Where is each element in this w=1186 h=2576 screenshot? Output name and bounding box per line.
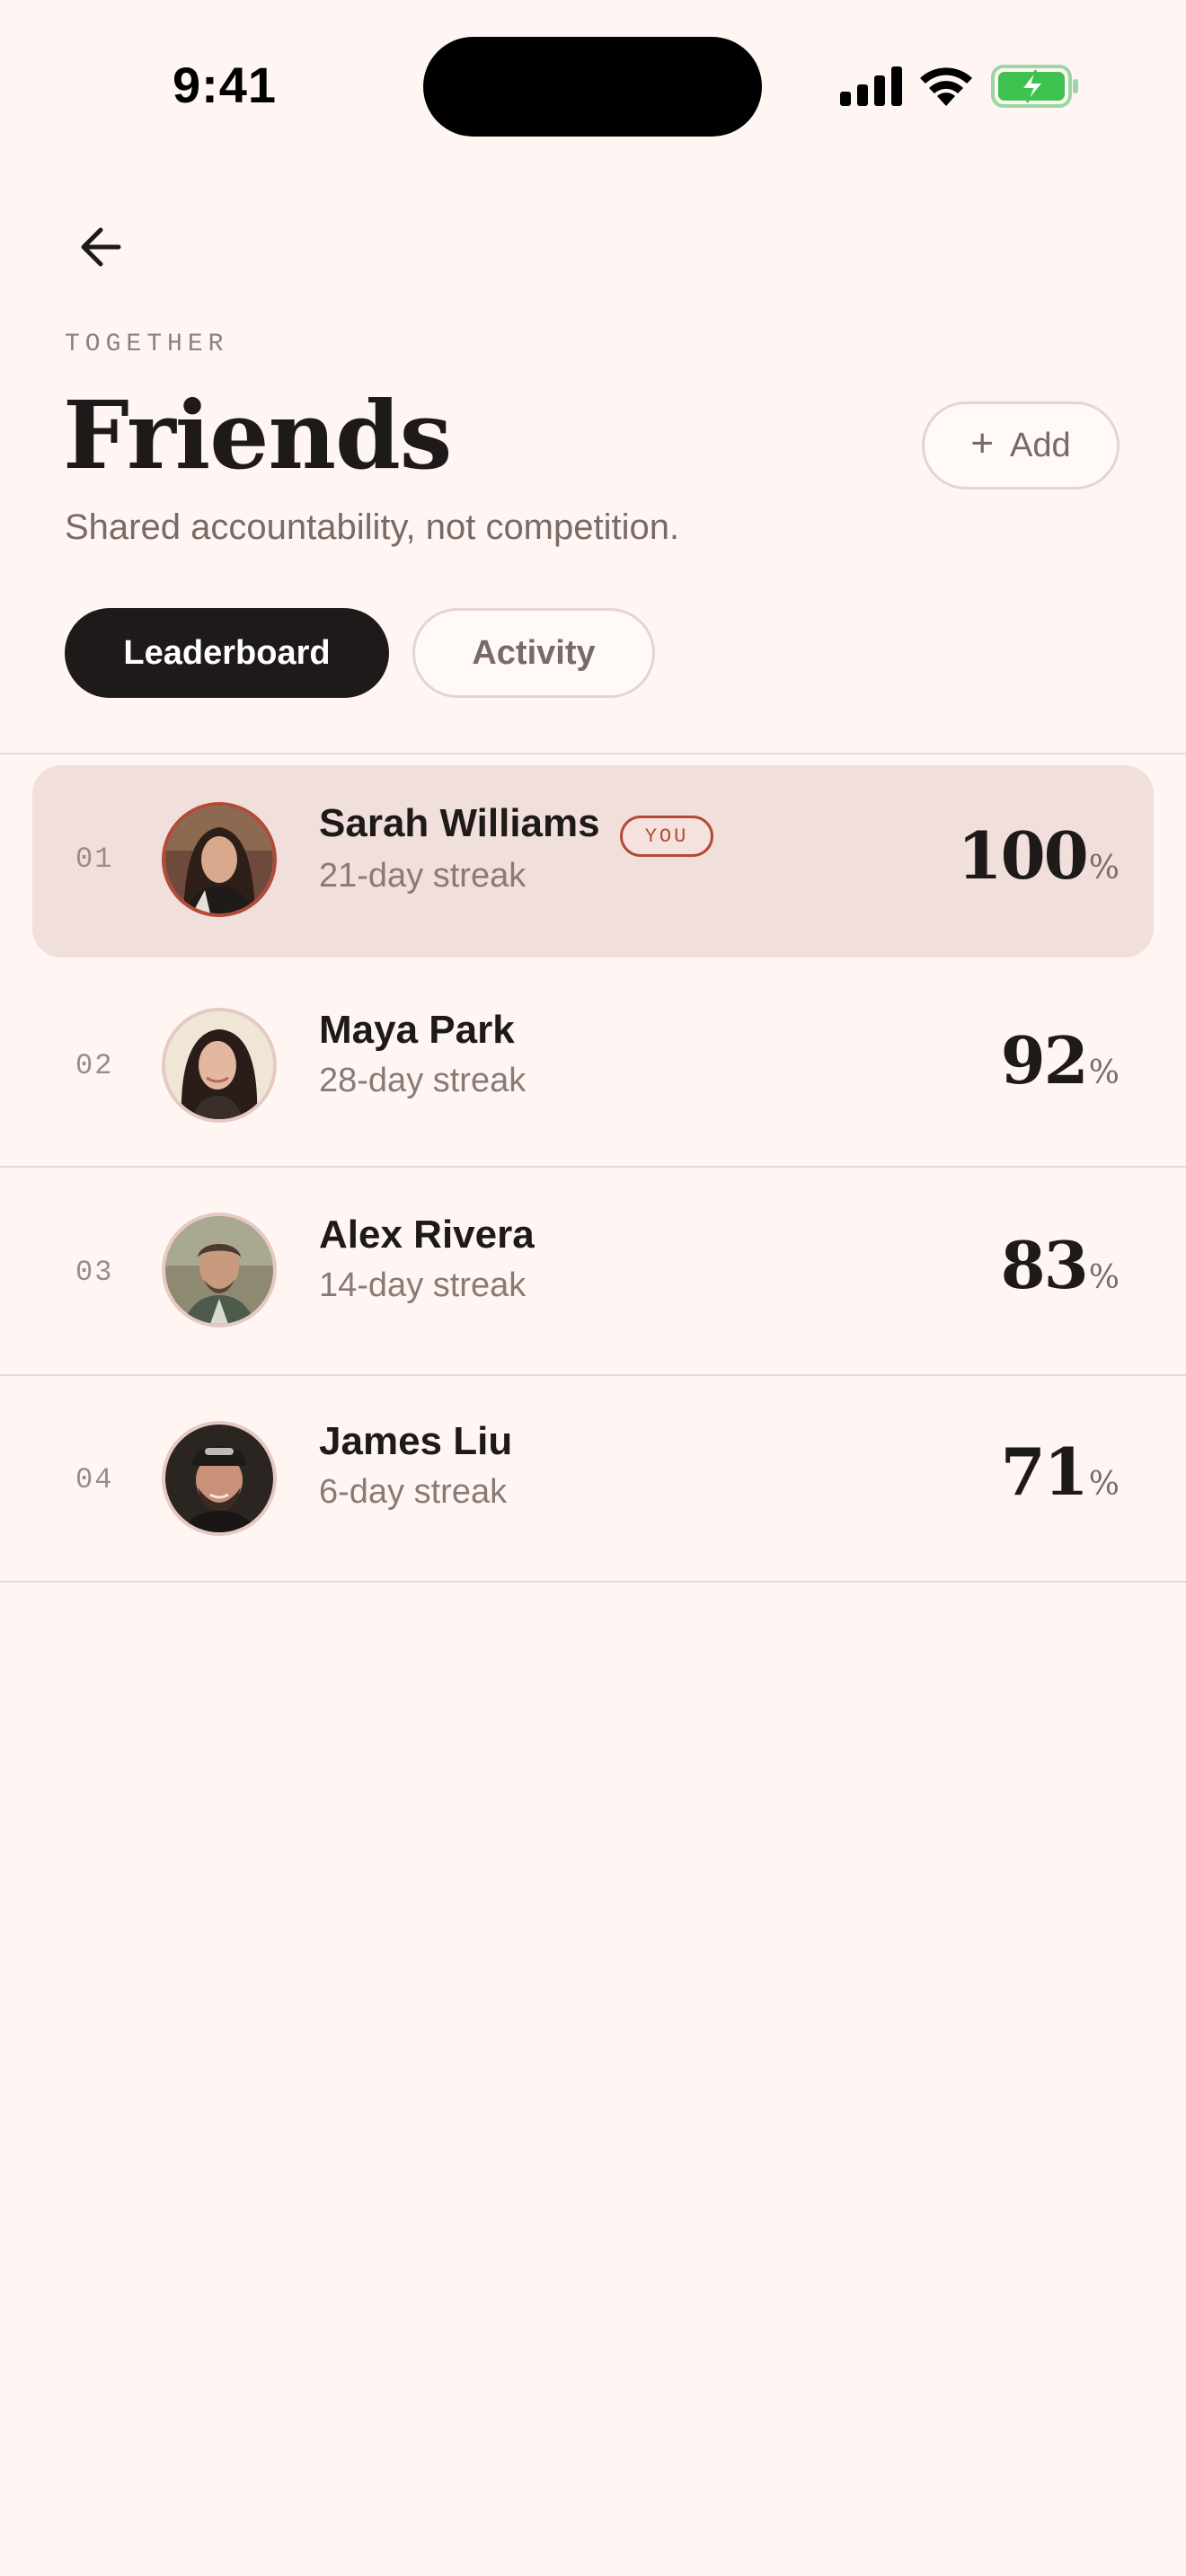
avatar [162,1421,277,1536]
tab-bar: Leaderboard Activity [65,608,655,698]
leaderboard-row[interactable]: 03 Alex Rivera 14-day streak 83 % [0,1168,1186,1376]
leaderboard-list: 01 Sarah Williams YOU 21-day streak 100 … [0,754,1186,1583]
score-unit: % [1088,850,1120,887]
leaderboard-row[interactable]: 02 Maya Park 28-day streak 92 % [0,963,1186,1168]
cellular-signal-icon [840,66,902,106]
dynamic-island [423,37,762,137]
rank-number: 01 [75,842,114,876]
streak-text: 28-day streak [319,1062,527,1099]
rank-number: 04 [75,1462,114,1496]
wifi-icon [920,67,972,106]
score-value: 71 [1000,1434,1089,1510]
friend-name: Sarah Williams [319,801,600,845]
you-badge: YOU [620,816,713,857]
score-value: 100 [957,817,1088,894]
friend-name: Alex Rivera [319,1213,535,1257]
back-button[interactable] [72,216,135,278]
friend-name: James Liu [319,1419,513,1463]
rank-number: 03 [75,1255,114,1289]
status-bar: 9:41 [0,0,1186,171]
add-friend-button[interactable]: + Add [922,401,1120,490]
streak-text: 14-day streak [319,1266,527,1304]
add-button-label: Add [1010,426,1071,464]
page-subtitle: Shared accountability, not competition. [65,507,680,547]
arrow-left-icon [81,227,121,267]
score-unit: % [1088,1054,1120,1091]
score-unit: % [1088,1259,1120,1296]
plus-icon: + [970,421,995,465]
streak-text: 21-day streak [319,857,527,895]
rank-number: 02 [75,1048,114,1082]
row-divider [0,1581,1186,1583]
tab-leaderboard[interactable]: Leaderboard [65,608,389,698]
avatar [162,1008,277,1123]
page-title: Friends [63,380,452,490]
completion-score: 83 % [1001,1227,1120,1303]
score-value: 92 [1000,1022,1089,1098]
friend-name: Maya Park [319,1008,515,1052]
completion-score: 92 % [1001,1022,1120,1098]
leaderboard-row[interactable]: 04 James Liu 6-day streak 71 % [0,1376,1186,1583]
leaderboard-row[interactable]: 01 Sarah Williams YOU 21-day streak 100 … [0,754,1186,963]
completion-score: 71 % [1001,1434,1120,1510]
completion-score: 100 % [957,817,1120,894]
avatar [162,802,277,917]
battery-charging-icon [991,65,1078,108]
score-value: 83 [1000,1227,1089,1303]
tab-activity[interactable]: Activity [412,608,655,698]
streak-text: 6-day streak [319,1473,508,1511]
avatar [162,1213,277,1328]
section-eyebrow: TOGETHER [65,331,229,358]
score-unit: % [1088,1466,1120,1503]
status-time: 9:41 [172,57,278,113]
